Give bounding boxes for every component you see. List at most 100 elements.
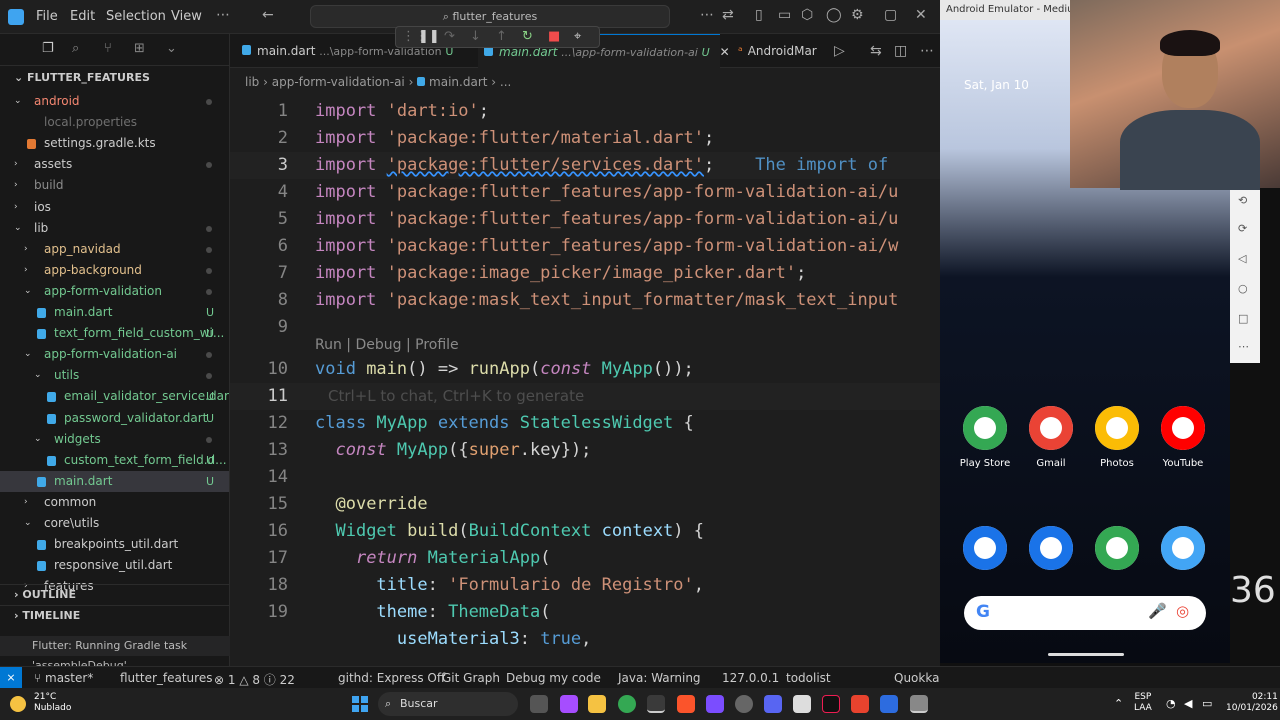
- close-tab-icon[interactable]: ✕: [720, 45, 730, 59]
- app-youtube[interactable]: YouTube: [1151, 406, 1215, 469]
- extensions-icon[interactable]: ⬡: [801, 7, 813, 23]
- more-actions-icon[interactable]: ⋯: [920, 43, 934, 59]
- stop-icon[interactable]: ■: [548, 29, 560, 44]
- compare-icon[interactable]: ⇄: [722, 7, 734, 23]
- paint-icon[interactable]: [880, 695, 898, 713]
- remote-indicator-icon[interactable]: ⨯: [0, 667, 22, 689]
- tree-folder[interactable]: ⌄ utils: [0, 365, 229, 386]
- app-play-store[interactable]: Play Store: [953, 406, 1017, 469]
- back-arrow-icon[interactable]: ←: [262, 7, 274, 23]
- problems-count[interactable]: ⊗ 1 △ 8 ⓘ 22: [214, 671, 295, 688]
- menu-file[interactable]: File: [36, 9, 58, 24]
- breadcrumb-lib[interactable]: lib: [245, 75, 259, 89]
- code-line[interactable]: 13 const MyApp({super.key});: [230, 437, 940, 464]
- code-line[interactable]: 6 import 'package:flutter_features/app-fo…: [230, 233, 940, 260]
- githd-status[interactable]: githd: Express Off: [338, 671, 445, 685]
- back-nav-icon[interactable]: ◁: [1238, 252, 1246, 265]
- code-line[interactable]: 8 import 'package:mask_text_input_formatt…: [230, 287, 940, 314]
- project-name[interactable]: flutter_features: [120, 671, 212, 685]
- code-line[interactable]: 5 import 'package:flutter_features/app-fo…: [230, 206, 940, 233]
- tree-folder[interactable]: ⌄ app-form-validation-ai: [0, 344, 229, 365]
- restore-window-icon[interactable]: ▢: [884, 7, 897, 23]
- mic-icon[interactable]: 🎤: [1148, 602, 1167, 620]
- tree-folder[interactable]: › assets: [0, 154, 229, 175]
- tree-file[interactable]: main.dart U: [0, 302, 229, 323]
- code-line[interactable]: 1 import 'dart:io';: [230, 98, 940, 125]
- task-view-icon[interactable]: [530, 695, 548, 713]
- gesture-nav-bar[interactable]: [1048, 653, 1124, 656]
- code-line[interactable]: 11 Ctrl+L to chat, Ctrl+K to generate: [230, 382, 940, 410]
- menu-edit[interactable]: Edit: [70, 9, 95, 24]
- lens-icon[interactable]: ◎: [1176, 602, 1189, 620]
- app-phone[interactable]: [953, 526, 1017, 570]
- tree-folder[interactable]: ⌄ android: [0, 91, 229, 112]
- code-line[interactable]: useMaterial3: true,: [230, 626, 940, 653]
- rotate-right-icon[interactable]: ⟳: [1238, 222, 1247, 235]
- discord-icon[interactable]: [764, 695, 782, 713]
- devtools-icon[interactable]: ⌖: [574, 29, 581, 44]
- code-line[interactable]: 18 title: 'Formulario de Registro',: [230, 572, 940, 599]
- chrome-taskbar-icon[interactable]: [618, 695, 636, 713]
- explorer-icon[interactable]: ❐: [42, 41, 54, 56]
- app-chrome[interactable]: [1085, 526, 1149, 570]
- breadcrumb-more[interactable]: ...: [500, 75, 511, 89]
- more-options-icon[interactable]: ⋯: [1238, 340, 1249, 353]
- android-studio-icon[interactable]: [647, 695, 665, 713]
- code-line[interactable]: 2 import 'package:flutter/material.dart';: [230, 125, 940, 152]
- chevron-up-icon[interactable]: ⌃: [1114, 697, 1123, 710]
- start-button-icon[interactable]: [352, 696, 368, 712]
- tree-folder[interactable]: › app_navidad: [0, 239, 229, 260]
- taskbar-search[interactable]: ⌕ Buscar: [378, 692, 518, 716]
- accounts-icon[interactable]: ◯: [826, 7, 842, 23]
- tree-file[interactable]: email_validator_service.dart U: [0, 386, 229, 407]
- vscode-taskbar-icon[interactable]: [910, 695, 928, 713]
- search-view-icon[interactable]: ⌕: [72, 41, 79, 56]
- tree-folder[interactable]: ⌄ core\utils: [0, 513, 229, 534]
- tab-android-manifest[interactable]: ᵃ AndroidMar: [738, 34, 817, 68]
- tree-folder[interactable]: ⌄ app-form-validation: [0, 281, 229, 302]
- more-menu-icon[interactable]: ⋯: [216, 7, 230, 23]
- menu-selection[interactable]: Selection: [106, 9, 166, 24]
- code-line[interactable]: 12 class MyApp extends StatelessWidget {: [230, 410, 940, 437]
- run-icon[interactable]: ▷: [834, 43, 845, 59]
- tree-file[interactable]: local.properties: [0, 112, 229, 133]
- tree-file[interactable]: password_validator.dart U: [0, 408, 229, 429]
- git-graph-button[interactable]: Git Graph: [442, 671, 500, 685]
- tree-folder[interactable]: › ios: [0, 197, 229, 218]
- code-line[interactable]: 19 theme: ThemeData(: [230, 599, 940, 626]
- tree-file[interactable]: custom_text_form_field.d... U: [0, 450, 229, 471]
- timeline-section[interactable]: › TIMELINE: [0, 605, 229, 625]
- settings-gear-icon[interactable]: ⚙: [851, 7, 864, 23]
- tiktok-icon[interactable]: [822, 695, 840, 713]
- weather-widget[interactable]: 21°C Nublado: [34, 692, 71, 714]
- step-into-icon[interactable]: ↓: [470, 29, 481, 44]
- tree-file[interactable]: settings.gradle.kts: [0, 133, 229, 154]
- battery-icon[interactable]: ▭: [1202, 697, 1212, 710]
- rotate-left-icon[interactable]: ⟲: [1238, 194, 1247, 207]
- step-over-icon[interactable]: ↷: [444, 29, 455, 44]
- tree-folder[interactable]: › app-background: [0, 260, 229, 281]
- wifi-icon[interactable]: ◔: [1166, 697, 1176, 710]
- code-editor[interactable]: 1 import 'dart:io'; 2 import 'package:flutt…: [230, 96, 940, 666]
- extensions-view-icon[interactable]: ⊞: [134, 41, 145, 56]
- close-window-icon[interactable]: ✕: [915, 7, 927, 23]
- code-line[interactable]: 10 void main() => runApp(const MyApp());: [230, 356, 940, 383]
- language-indicator[interactable]: ESP LAA: [1134, 692, 1152, 714]
- home-nav-icon[interactable]: ○: [1238, 282, 1248, 295]
- breadcrumb-file[interactable]: main.dart: [429, 75, 487, 89]
- code-line[interactable]: 14: [230, 464, 940, 491]
- github-icon[interactable]: [735, 695, 753, 713]
- clock[interactable]: 02:11 10/01/2026: [1226, 692, 1278, 714]
- code-line[interactable]: 4 import 'package:flutter_features/app-fo…: [230, 179, 940, 206]
- tree-file[interactable]: text_form_field_custom_wi... U: [0, 323, 229, 344]
- chevron-down-icon[interactable]: ⌄: [166, 41, 177, 56]
- copilot-icon[interactable]: [560, 695, 578, 713]
- open-changes-icon[interactable]: ⇆: [870, 43, 882, 59]
- breadcrumb-folder[interactable]: app-form-validation-ai: [272, 75, 405, 89]
- app-flutter[interactable]: [1151, 526, 1215, 570]
- git-branch[interactable]: ⑂ master*: [34, 671, 93, 685]
- debug-my-code-toggle[interactable]: Debug my code: [506, 671, 601, 685]
- code-line[interactable]: 3 import 'package:flutter/services.dart';…: [230, 152, 940, 179]
- tree-folder[interactable]: ⌄ widgets: [0, 429, 229, 450]
- menu-view[interactable]: View: [171, 9, 202, 24]
